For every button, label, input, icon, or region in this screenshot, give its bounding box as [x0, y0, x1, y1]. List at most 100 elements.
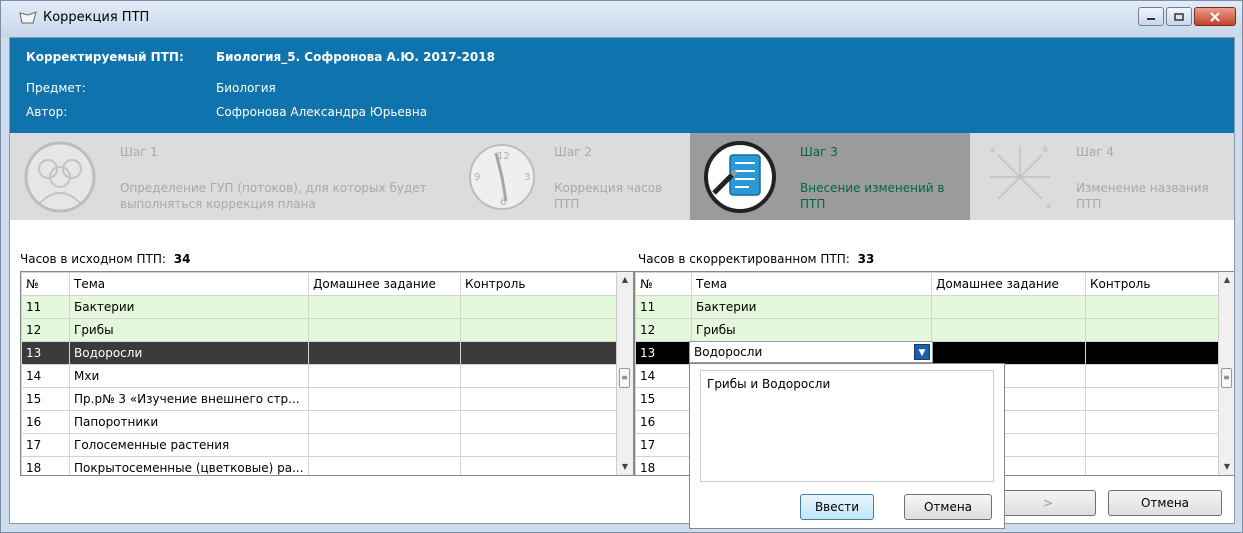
table-row[interactable]: 11 Бактерии — [635, 295, 1222, 319]
table-row[interactable]: 14 Мхи — [21, 364, 620, 388]
row-control-cell[interactable] — [1085, 387, 1222, 411]
row-number-cell[interactable]: 11 — [635, 295, 692, 319]
row-control-cell[interactable] — [460, 410, 620, 434]
row-number-cell[interactable]: 13 — [635, 341, 692, 365]
row-control-cell[interactable] — [460, 341, 620, 365]
column-header-homework[interactable]: Домашнее задание — [308, 272, 461, 296]
source-grid-scrollbar[interactable]: ▲ ≡ ▼ — [616, 272, 633, 475]
minimize-button[interactable] — [1138, 7, 1164, 26]
row-topic-cell[interactable]: Бактерии — [691, 295, 932, 319]
scroll-thumb[interactable]: ≡ — [1221, 368, 1232, 388]
corrected-hours-label: Часов в скорректированном ПТП: — [638, 252, 850, 266]
table-row[interactable]: 13 Водоросли — [21, 341, 620, 365]
row-control-cell[interactable] — [1085, 433, 1222, 457]
row-homework-cell[interactable] — [308, 295, 461, 319]
popup-cancel-button[interactable]: Отмена — [904, 494, 992, 520]
row-number-cell[interactable]: 12 — [21, 318, 70, 342]
row-homework-cell[interactable] — [931, 341, 1086, 365]
row-control-cell[interactable] — [1085, 364, 1222, 388]
row-homework-cell[interactable] — [308, 433, 461, 457]
row-homework-cell[interactable] — [931, 318, 1086, 342]
row-topic-cell[interactable]: Пр.р№ 3 «Изучение внешнего стр... — [69, 387, 309, 411]
row-control-cell[interactable] — [1085, 295, 1222, 319]
window-title: Коррекция ПТП — [43, 10, 150, 25]
maximize-button[interactable] — [1166, 7, 1192, 26]
next-button[interactable]: > — [1000, 490, 1096, 516]
close-button[interactable] — [1194, 7, 1236, 26]
row-control-cell[interactable] — [460, 364, 620, 388]
row-control-cell[interactable] — [460, 387, 620, 411]
row-number-cell[interactable]: 14 — [21, 364, 70, 388]
row-topic-cell[interactable]: Грибы — [691, 318, 932, 342]
row-homework-cell[interactable] — [308, 410, 461, 434]
column-header-topic[interactable]: Тема — [69, 272, 309, 296]
title-bar[interactable]: Коррекция ПТП — [1, 1, 1242, 37]
scroll-up-icon[interactable]: ▲ — [1219, 272, 1234, 288]
step-3[interactable]: Шаг 3 Внесение изменений в ПТП — [690, 133, 970, 220]
column-header-topic[interactable]: Тема — [691, 272, 932, 296]
step-4[interactable]: ★ ★ ★ Шаг 4 Изменение названия ПТП — [970, 133, 1234, 220]
row-control-cell[interactable] — [460, 295, 620, 319]
row-number-cell[interactable]: 17 — [21, 433, 70, 457]
enter-button[interactable]: Ввести — [800, 494, 874, 520]
row-number-cell[interactable]: 15 — [635, 387, 692, 411]
scroll-up-icon[interactable]: ▲ — [617, 272, 633, 288]
column-header-control[interactable]: Контроль — [1085, 272, 1222, 296]
table-row[interactable]: 18 Покрытосеменные (цветковые) ра... — [21, 456, 620, 475]
row-topic-cell[interactable]: Покрытосеменные (цветковые) ра... — [69, 456, 309, 475]
row-number-cell[interactable]: 17 — [635, 433, 692, 457]
row-control-cell[interactable] — [1085, 341, 1222, 365]
row-number-cell[interactable]: 16 — [635, 410, 692, 434]
row-control-cell[interactable] — [460, 318, 620, 342]
row-homework-cell[interactable] — [308, 364, 461, 388]
row-homework-cell[interactable] — [308, 456, 461, 475]
column-header-number[interactable]: № — [635, 272, 692, 296]
row-control-cell[interactable] — [1085, 456, 1222, 475]
row-homework-cell[interactable] — [308, 318, 461, 342]
column-header-control[interactable]: Контроль — [460, 272, 620, 296]
svg-text:9: 9 — [474, 172, 480, 183]
row-control-cell[interactable] — [460, 456, 620, 475]
row-control-cell[interactable] — [1085, 318, 1222, 342]
row-homework-cell[interactable] — [308, 341, 461, 365]
row-number-cell[interactable]: 14 — [635, 364, 692, 388]
column-header-homework[interactable]: Домашнее задание — [931, 272, 1086, 296]
corrected-grid-scrollbar[interactable]: ▲ ≡ ▼ — [1218, 272, 1234, 475]
row-number-cell[interactable]: 13 — [21, 341, 70, 365]
scroll-thumb[interactable]: ≡ — [619, 368, 630, 388]
scroll-down-icon[interactable]: ▼ — [617, 459, 633, 475]
row-number-cell[interactable]: 18 — [21, 456, 70, 475]
row-topic-cell[interactable]: Голосеменные растения — [69, 433, 309, 457]
chevron-down-icon[interactable]: ▼ — [914, 344, 930, 360]
topic-combobox[interactable]: Водоросли ▼ — [689, 341, 933, 363]
row-topic-cell[interactable]: Мхи — [69, 364, 309, 388]
column-header-number[interactable]: № — [21, 272, 70, 296]
row-number-cell[interactable]: 11 — [21, 295, 70, 319]
row-topic-cell[interactable]: Папоротники — [69, 410, 309, 434]
row-number-cell[interactable]: 16 — [21, 410, 70, 434]
row-topic-cell[interactable]: Бактерии — [69, 295, 309, 319]
row-number-cell[interactable]: 15 — [21, 387, 70, 411]
clock-icon: 12 3 6 9 — [469, 144, 535, 210]
row-homework-cell[interactable] — [308, 387, 461, 411]
row-control-cell[interactable] — [1085, 410, 1222, 434]
topic-text-editor[interactable]: Грибы и Водоросли — [700, 370, 994, 482]
table-row[interactable]: 11 Бактерии — [21, 295, 620, 319]
row-homework-cell[interactable] — [931, 295, 1086, 319]
row-control-cell[interactable] — [460, 433, 620, 457]
row-topic-cell[interactable]: Грибы — [69, 318, 309, 342]
table-row[interactable]: 15 Пр.р№ 3 «Изучение внешнего стр... — [21, 387, 620, 411]
source-plan-grid[interactable]: № Тема Домашнее задание Контроль 11 Бакте… — [20, 271, 634, 476]
table-row[interactable]: 12 Грибы — [21, 318, 620, 342]
table-row[interactable]: 12 Грибы — [635, 318, 1222, 342]
scroll-down-icon[interactable]: ▼ — [1219, 459, 1234, 475]
table-row[interactable]: 17 Голосеменные растения — [21, 433, 620, 457]
row-number-cell[interactable]: 18 — [635, 456, 692, 475]
step-1[interactable]: Шаг 1 Определение ГУП (потоков), для кот… — [10, 133, 450, 220]
row-topic-cell[interactable]: Водоросли — [69, 341, 309, 365]
cancel-button[interactable]: Отмена — [1108, 490, 1222, 516]
table-row[interactable]: 16 Папоротники — [21, 410, 620, 434]
step-2[interactable]: 12 3 6 9 Шаг 2 Коррекция часов ПТП — [450, 133, 690, 220]
step-1-title: Шаг 1 — [120, 145, 158, 159]
row-number-cell[interactable]: 12 — [635, 318, 692, 342]
